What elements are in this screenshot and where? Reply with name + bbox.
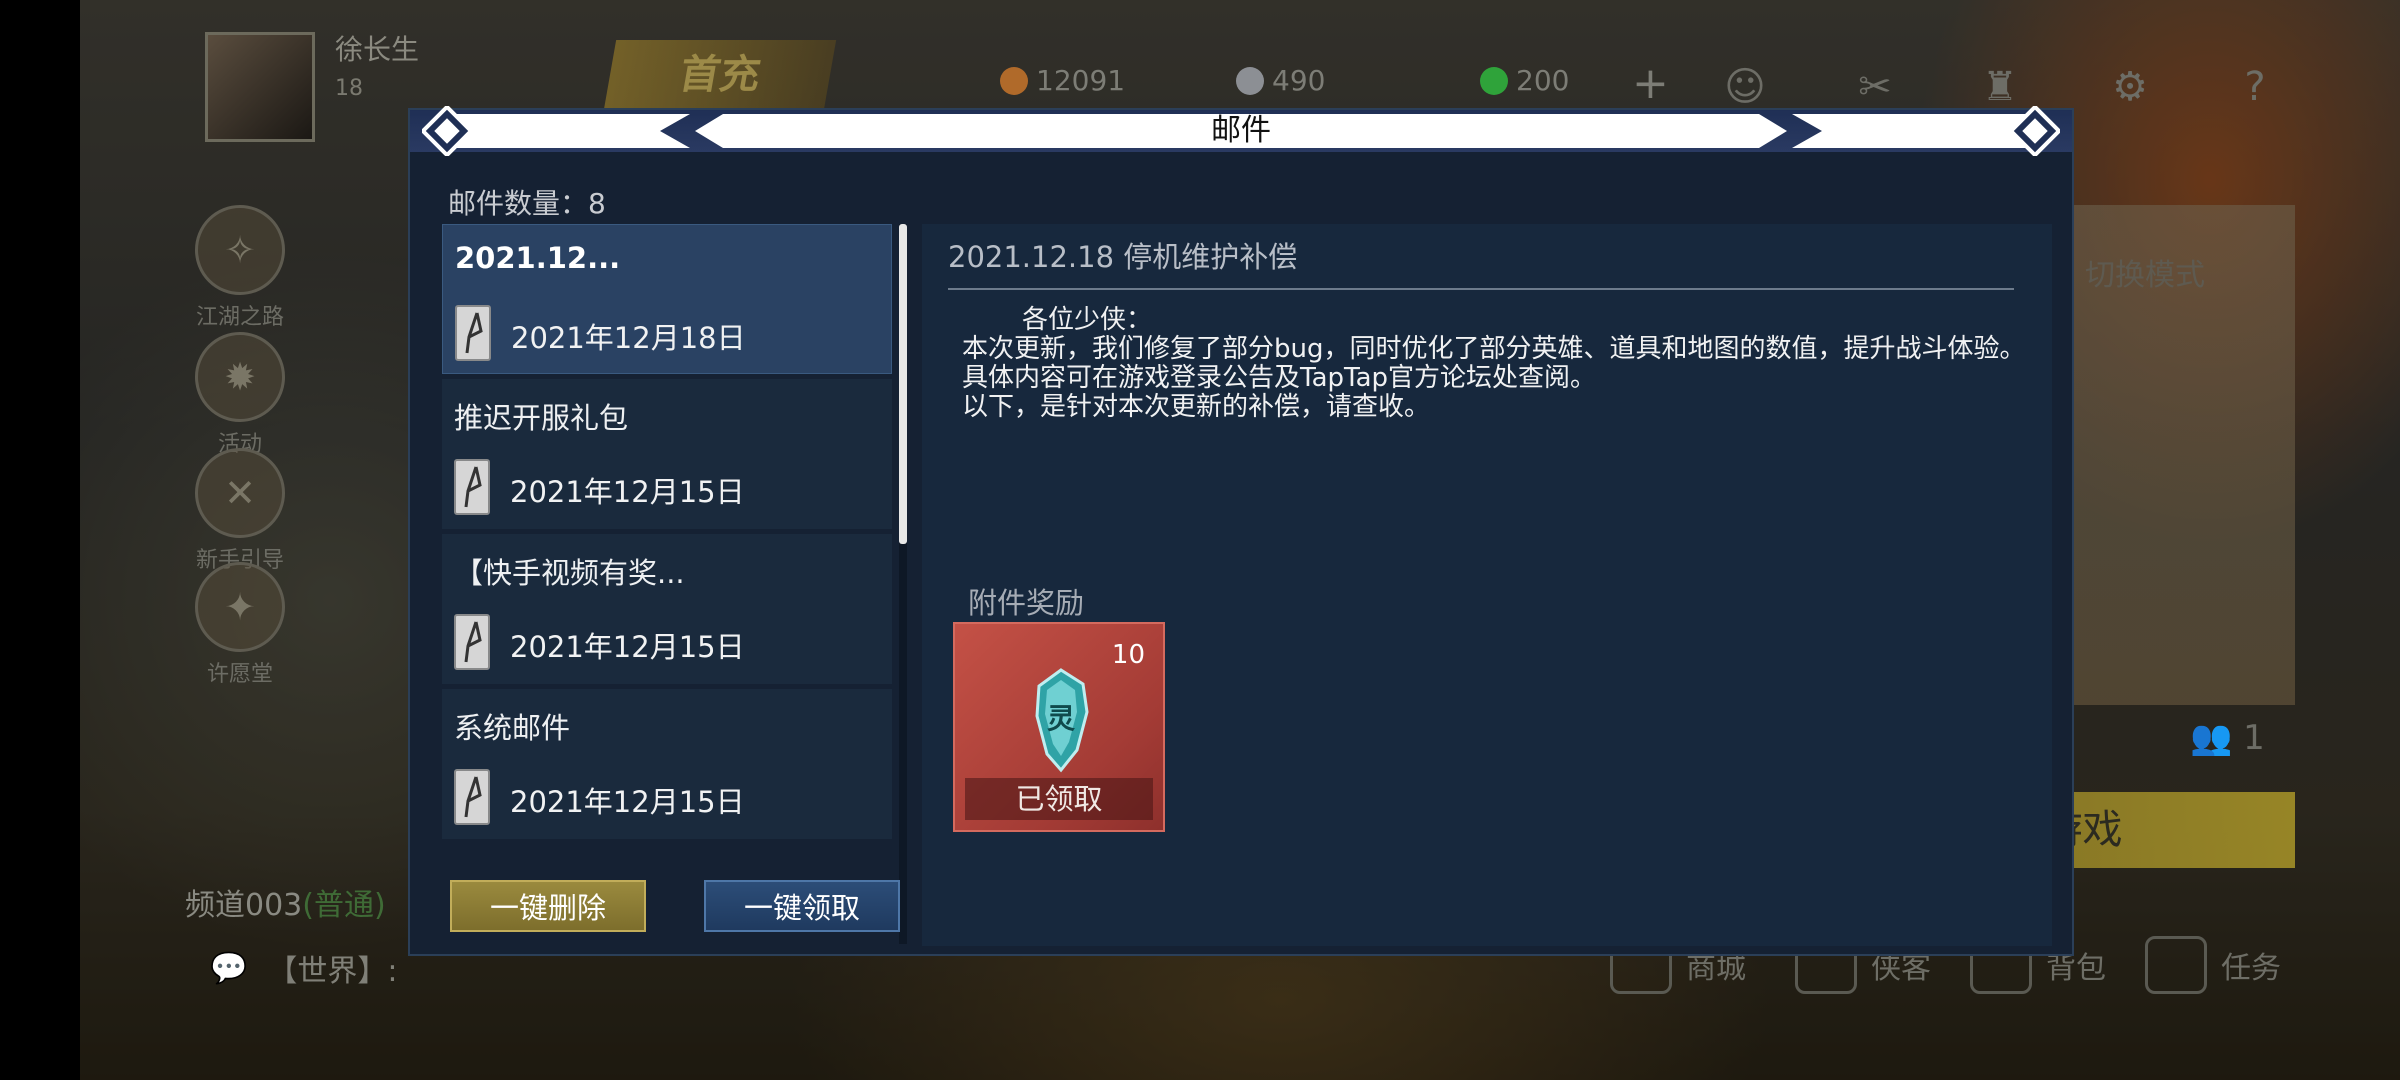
quill-icon: [454, 459, 490, 515]
chat-bubble-icon: 💬: [210, 950, 248, 986]
mail-subject: 推迟开服礼包: [454, 401, 629, 435]
side-label: 许愿堂: [206, 662, 273, 687]
mail-count-value: 8: [588, 187, 606, 220]
channel-indicator[interactable]: 频道003(普通): [185, 880, 386, 924]
resource-value: 490: [1272, 64, 1326, 97]
task-scroll-icon: [2145, 936, 2207, 994]
resource-jade: 200: [1480, 64, 1569, 97]
mail-body-line: 本次更新，我们修复了部分bug，同时优化了部分英雄、道具和地图的数值，提升战斗体…: [962, 334, 2026, 393]
quill-icon: [454, 769, 490, 825]
delete-all-button[interactable]: 一键删除: [450, 880, 646, 932]
world-chat[interactable]: 💬 【世界】:: [210, 946, 397, 990]
player-name: 徐长生: [335, 33, 420, 66]
character-icon[interactable]: ♜: [1975, 62, 2025, 112]
reward-item[interactable]: 10 灵 已领取: [953, 622, 1165, 832]
add-resource-button[interactable]: +: [1632, 58, 1669, 109]
nav-label: 任务: [2221, 951, 2281, 986]
claim-all-button[interactable]: 一键领取: [704, 880, 900, 932]
mail-dialog: 邮件 邮件数量：8 2021.12... 2021年12月18日 推迟开服礼包 …: [408, 106, 2074, 956]
mail-item[interactable]: 推迟开服礼包 2021年12月15日: [442, 379, 892, 529]
mail-count: 邮件数量：8: [448, 182, 606, 222]
team-count: 👥 1: [2190, 718, 2265, 758]
resource-copper: 12091: [1000, 64, 1125, 97]
side-newbie-guide[interactable]: ✕ 新手引导: [185, 448, 295, 574]
side-label: 江湖之路: [195, 305, 284, 330]
svg-text:灵: 灵: [1047, 702, 1075, 735]
silver-ingot-icon: [1236, 66, 1264, 95]
reward-claimed-status: 已领取: [965, 778, 1153, 820]
divider: [948, 288, 2014, 290]
settings-gear-icon[interactable]: ⚙: [2105, 62, 2155, 112]
copper-coin-icon: [1000, 66, 1028, 95]
mail-greeting: 各位少侠：: [1022, 305, 1153, 335]
quill-icon: [454, 614, 490, 670]
mail-date: 2021年12月15日: [510, 630, 745, 664]
mail-date: 2021年12月18日: [511, 321, 746, 355]
spirit-token-icon: 灵: [1035, 668, 1089, 773]
jade-icon: [1480, 66, 1508, 95]
mail-item[interactable]: 【快手视频有奖... 2021年12月15日: [442, 534, 892, 684]
compass-icon: ✧: [195, 205, 285, 295]
channel-type: (普通): [302, 888, 386, 923]
resource-value: 200: [1516, 64, 1570, 97]
player-level: 18: [335, 76, 363, 101]
wish-icon: ✦: [195, 562, 285, 652]
mail-item[interactable]: 系统邮件 2021年12月15日: [442, 689, 892, 839]
friends-icon[interactable]: ☺: [1720, 62, 1770, 112]
mail-body-line: 以下，是针对本次更新的补偿，请查收。: [962, 392, 1431, 422]
side-jianghu-road[interactable]: ✧ 江湖之路: [185, 205, 295, 331]
switch-mode-button[interactable]: 切换模式: [2085, 250, 2205, 294]
dialog-title: 邮件: [1211, 113, 1271, 148]
channel-name: 频道003: [185, 888, 303, 923]
world-chat-label: 【世界】:: [267, 954, 398, 989]
mail-date: 2021年12月15日: [510, 785, 745, 819]
mail-subject: 2021.12...: [455, 241, 621, 275]
scrollbar-thumb[interactable]: [899, 224, 907, 544]
mail-subject: 【快手视频有奖...: [454, 556, 685, 590]
first-recharge-button[interactable]: 首充: [603, 40, 837, 110]
side-wish-hall[interactable]: ✦ 许愿堂: [185, 562, 295, 688]
mail-item-selected[interactable]: 2021.12... 2021年12月18日: [442, 224, 892, 374]
mail-list[interactable]: 2021.12... 2021年12月18日 推迟开服礼包 2021年12月15…: [442, 224, 892, 946]
resource-silver: 490: [1236, 64, 1325, 97]
dialog-title-bar: 邮件: [410, 106, 2072, 156]
resource-value: 12091: [1036, 64, 1126, 97]
mail-body: 各位少侠： 本次更新，我们修复了部分bug，同时优化了部分英雄、道具和地图的数值…: [962, 306, 2042, 422]
team-count-value: 1: [2243, 718, 2265, 758]
mail-date: 2021年12月15日: [510, 475, 745, 509]
crossed-swords-icon: ✕: [195, 448, 285, 538]
help-icon[interactable]: ?: [2230, 62, 2280, 112]
tools-icon[interactable]: ✂: [1850, 62, 1900, 112]
side-activity[interactable]: ✹ 活动: [185, 332, 295, 458]
team-icon: 👥: [2190, 718, 2233, 758]
quill-icon: [455, 305, 491, 361]
attachment-label: 附件奖励: [968, 586, 1085, 620]
mail-list-scrollbar[interactable]: [899, 224, 907, 944]
mail-count-label: 邮件数量：: [448, 187, 589, 220]
reward-quantity: 10: [1111, 640, 1145, 670]
flame-icon: ✹: [195, 332, 285, 422]
mail-detail-title: 2021.12.18 停机维护补偿: [948, 240, 1298, 274]
nav-tasks[interactable]: 任务: [2145, 936, 2281, 994]
player-avatar[interactable]: [205, 32, 315, 142]
mail-subject: 系统邮件: [454, 711, 571, 745]
